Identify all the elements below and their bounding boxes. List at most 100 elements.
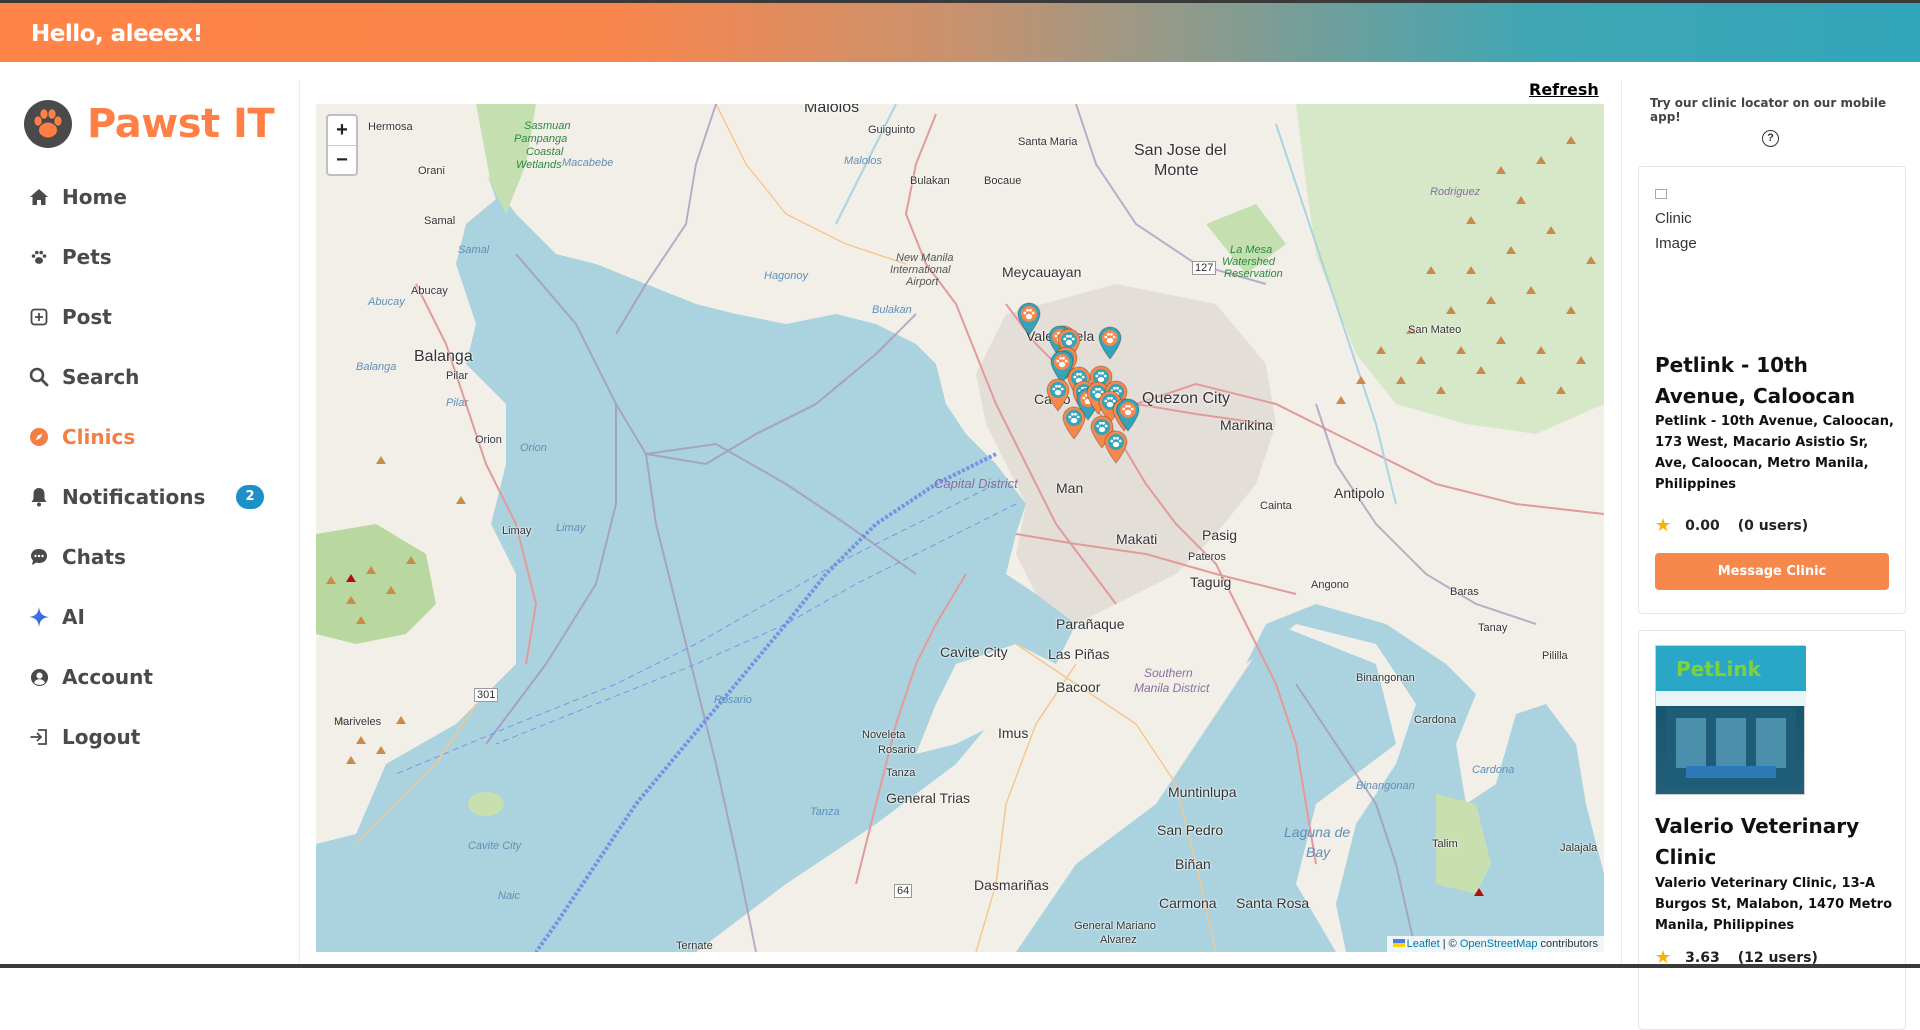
nav-item-notifications[interactable]: Notifications 2 [28,467,278,527]
map-label: Samal [458,244,490,256]
map-label: Bulakan [910,175,950,187]
nav-item-search[interactable]: Search [28,347,278,407]
nav-label: Home [62,185,127,209]
map-label: Pampanga [514,133,568,145]
map-label: Balanga [414,348,473,365]
map-label: Quezon City [1142,390,1231,407]
clinic-marker-icon[interactable] [1104,430,1128,464]
greeting-text: Hello, aleeex! [31,21,203,47]
sparkle-icon [28,606,50,628]
top-banner: Hello, aleeex! [0,0,1920,62]
map-label: San Pedro [1157,822,1224,838]
map-label: Santa Maria [1018,136,1078,148]
map-label: New Manila [896,252,954,264]
nav-label: Logout [62,725,141,749]
map-label: Pililla [1542,650,1568,662]
rating-value: 0.00 [1685,517,1720,534]
map-label: Monte [1154,162,1199,179]
compass-icon [28,426,50,448]
zoom-out-button[interactable]: − [328,145,356,174]
map-label: Macabebe [562,157,614,169]
clinic-marker-icon[interactable] [1098,326,1122,360]
clinic-list-panel: Try our clinic locator on our mobile app… [1621,80,1920,1030]
map-label: Bay [1306,844,1331,860]
map-label: Abucay [411,285,448,297]
refresh-link[interactable]: Refresh [1529,80,1599,99]
nav-item-chats[interactable]: Chats [28,527,278,587]
attribution-suffix: contributors [1537,938,1598,950]
map-label: Wetlands [516,159,562,171]
help-icon[interactable]: ? [1762,130,1779,147]
nav-label: Pets [62,245,112,269]
mobile-app-promo: Try our clinic locator on our mobile app… [1650,96,1887,124]
map-label: San Mateo [1408,324,1462,336]
map-label: Binangonan [1356,780,1415,792]
clinic-marker-icon[interactable] [1062,406,1086,440]
nav-item-pets[interactable]: Pets [28,227,278,287]
clinic-card[interactable]: PetLink Valerio Veterinary Clinic Valeri… [1638,630,1906,1030]
map-label: Hagonoy [764,270,809,282]
map-label: Pilar [446,397,469,409]
brand[interactable]: Pawst IT [24,100,275,148]
bottom-border [0,964,1920,968]
map-label: Guiguinto [868,124,916,136]
map-label: Naic [498,890,521,902]
leaflet-flag-icon [1392,939,1405,947]
zoom-in-button[interactable]: + [328,116,356,145]
nav-item-ai[interactable]: AI [28,587,278,647]
road-shield: 64 [894,884,913,898]
nav-label: Clinics [62,425,136,449]
map-label: Watershed [1222,256,1275,268]
main-nav: Home Pets Post Search Clinics Notificati… [28,167,278,767]
map-label: Biñan [1175,856,1211,872]
clinic-image: Clinic Image [1655,181,1715,256]
clinic-card[interactable]: Clinic Image Petlink - 10th Avenue, Calo… [1638,166,1906,614]
brand-name: Pawst IT [87,101,275,147]
clinic-marker-icon[interactable] [1017,302,1041,336]
map-label: International [890,264,951,276]
map-label: Talim [1432,838,1458,850]
map-label: Pilar [446,370,469,382]
clinic-address: Petlink - 10th Avenue, Caloocan, 173 Wes… [1655,414,1894,492]
map-label: Mariveles [334,716,382,728]
nav-item-post[interactable]: Post [28,287,278,347]
map-label: Dasmariñas [974,877,1049,893]
clinic-marker-icon[interactable] [1116,398,1140,432]
map-label: Orion [475,434,502,446]
map-label: Tanza [886,767,916,779]
broken-image-icon [1655,189,1667,200]
clinic-map[interactable]: + − Malolos Hermosa Guiguinto Santa Mari… [316,104,1604,952]
clinic-address: Valerio Veterinary Clinic, 13-A Burgos S… [1655,876,1893,933]
map-label: Muntinlupa [1168,784,1237,800]
paw-logo-icon [24,100,72,148]
nav-item-home[interactable]: Home [28,167,278,227]
map-label: Abucay [368,296,405,308]
nav-item-logout[interactable]: Logout [28,707,278,767]
map-label: La Mesa [1230,244,1273,256]
nav-label: Post [62,305,112,329]
sidebar: Pawst IT Home Pets Post Search Clinics N… [0,80,300,968]
rating-users: (0 users) [1737,517,1809,534]
map-label: Rosario [714,694,752,706]
map-label: Man [1056,480,1084,496]
map-label: Noveleta [862,729,906,741]
clinic-name[interactable]: Valerio Veterinary Clinic [1655,811,1895,873]
nav-item-account[interactable]: Account [28,647,278,707]
map-label: Capital District [934,476,1018,491]
map-label: Bulakan [872,304,912,316]
osm-link[interactable]: OpenStreetMap [1460,938,1538,950]
map-label: Manila District [1134,681,1210,695]
leaflet-link[interactable]: Leaflet [1407,938,1440,950]
message-clinic-button[interactable]: Message Clinic [1655,553,1889,590]
map-label: General Trias [886,790,971,806]
paw-icon [28,246,50,268]
map-label: Airport [906,276,939,288]
map-label: Ternate [676,940,713,952]
map-label: Malolos [804,104,860,116]
nav-label: Chats [62,545,126,569]
clinic-name[interactable]: Petlink - 10th Avenue, Caloocan [1655,350,1895,412]
map-label: Malolos [844,155,882,167]
nav-item-clinics[interactable]: Clinics [28,407,278,467]
home-icon [28,186,50,208]
map-label: Jalajala [1560,842,1598,854]
